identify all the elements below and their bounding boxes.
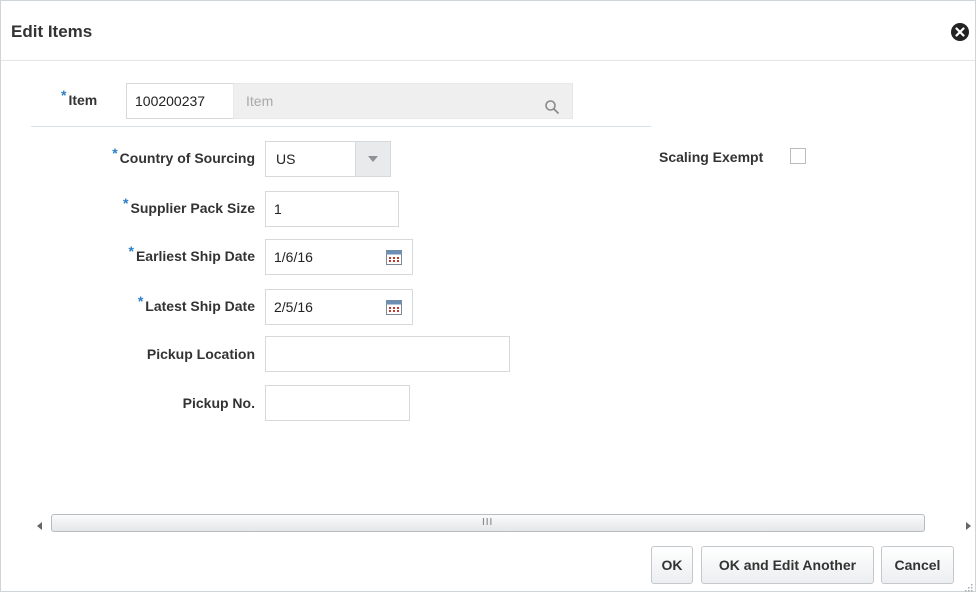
earliest-ship-date-label: * Earliest Ship Date xyxy=(129,243,256,264)
required-marker: * xyxy=(112,145,118,161)
horizontal-scrollbar[interactable]: III xyxy=(31,514,973,532)
item-label: * Item xyxy=(61,87,98,108)
dialog-titlebar: Edit Items xyxy=(1,1,975,61)
required-marker: * xyxy=(123,195,129,211)
earliest-ship-date-label-text: Earliest Ship Date xyxy=(135,248,255,264)
pickup-no-label: Pickup No. xyxy=(182,395,255,411)
scroll-right-icon[interactable] xyxy=(963,518,973,530)
item-description-placeholder: Item xyxy=(246,93,274,109)
latest-ship-date-label: * Latest Ship Date xyxy=(138,293,255,314)
ok-button[interactable]: OK xyxy=(651,546,693,584)
pickup-location-input[interactable] xyxy=(265,336,510,372)
resize-grip-icon[interactable] xyxy=(963,579,973,592)
separator xyxy=(31,126,651,127)
earliest-ship-date-input[interactable]: 1/6/16 xyxy=(265,239,413,275)
chevron-down-icon[interactable] xyxy=(355,142,390,176)
country-of-sourcing-select[interactable]: US xyxy=(265,141,391,177)
required-marker: * xyxy=(61,87,67,103)
item-label-text: Item xyxy=(68,92,98,108)
edit-items-dialog: Edit Items *Item Item *Country of Sourci… xyxy=(0,0,976,592)
country-of-sourcing-label-text: Country of Sourcing xyxy=(119,150,255,166)
dialog-title: Edit Items xyxy=(11,22,93,41)
calendar-icon[interactable] xyxy=(386,250,402,270)
scrollbar-grip: III xyxy=(482,517,494,528)
scaling-exempt-checkbox[interactable] xyxy=(790,148,806,164)
search-icon[interactable] xyxy=(544,93,560,127)
supplier-pack-size-label-text: Supplier Pack Size xyxy=(130,200,256,216)
pickup-location-label: Pickup Location xyxy=(146,346,255,362)
scaling-exempt-label: Scaling Exempt xyxy=(659,149,764,165)
required-marker: * xyxy=(128,243,134,259)
close-icon[interactable] xyxy=(951,23,969,41)
pickup-no-input[interactable] xyxy=(265,385,410,421)
scrollbar-thumb[interactable]: III xyxy=(51,514,925,532)
required-marker: * xyxy=(137,293,144,309)
item-description-field[interactable]: Item xyxy=(233,83,573,119)
latest-ship-date-label-text: Latest Ship Date xyxy=(145,298,255,314)
cancel-button[interactable]: Cancel xyxy=(881,546,954,584)
latest-ship-date-input[interactable]: 2/5/16 xyxy=(265,289,413,325)
ok-and-edit-another-button[interactable]: OK and Edit Another xyxy=(701,546,874,584)
latest-ship-date-value: 2/5/16 xyxy=(274,299,313,315)
country-of-sourcing-label: * Country of Sourcing xyxy=(112,145,255,166)
supplier-pack-size-label: * Supplier Pack Size xyxy=(123,195,256,216)
country-of-sourcing-value: US xyxy=(276,151,296,167)
scroll-left-icon[interactable] xyxy=(35,518,45,530)
earliest-ship-date-value: 1/6/16 xyxy=(274,249,313,265)
item-input[interactable] xyxy=(126,83,235,119)
calendar-icon[interactable] xyxy=(386,300,402,320)
supplier-pack-size-input[interactable] xyxy=(265,191,399,227)
